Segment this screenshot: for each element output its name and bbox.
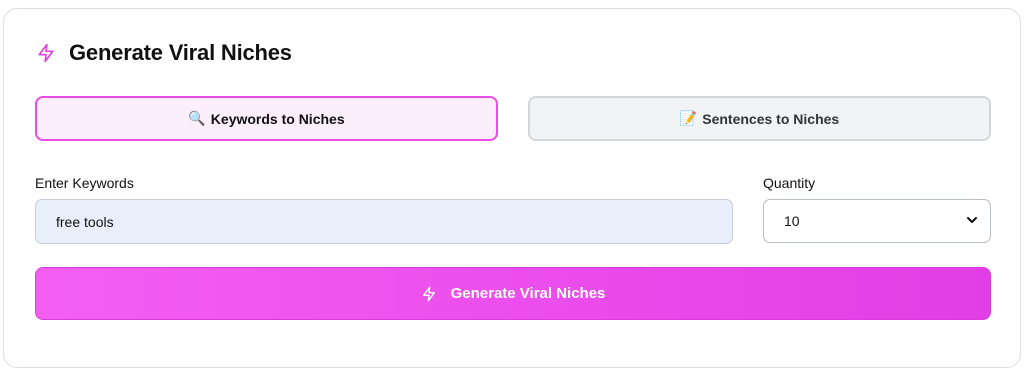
quantity-label: Quantity (763, 175, 816, 191)
keywords-label: Enter Keywords (35, 175, 134, 191)
generate-button-label: Generate Viral Niches (450, 285, 606, 302)
tab-keywords-to-niches[interactable]: 🔍 Keywords to Niches (35, 96, 498, 141)
lightning-icon (421, 286, 437, 302)
chevron-down-icon (966, 213, 978, 229)
tab-sentences-to-niches[interactable]: 📝 Sentences to Niches (528, 96, 991, 141)
keywords-input[interactable] (35, 199, 733, 244)
generate-button[interactable]: Generate Viral Niches (35, 267, 991, 320)
tab-label: Sentences to Niches (702, 110, 840, 127)
quantity-select[interactable]: 10 (763, 199, 991, 243)
quantity-value: 10 (784, 213, 800, 229)
lightning-icon (35, 42, 57, 64)
tab-label: Keywords to Niches (210, 110, 345, 127)
memo-emoji-icon: 📝 (679, 110, 698, 126)
magnifier-emoji-icon: 🔍 (188, 110, 206, 126)
page-title: Generate Viral Niches (69, 40, 292, 65)
card-header: Generate Viral Niches (35, 40, 292, 65)
